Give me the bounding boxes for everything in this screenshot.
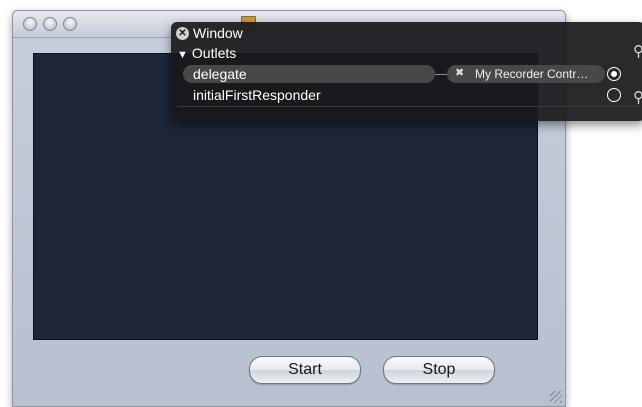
outlets-label: Outlets [191,45,237,61]
connections-panel: ✕ Window ▼ Outlets delegate ✖ My Recorder… [171,22,642,121]
disclosure-triangle-icon[interactable]: ▼ [177,49,188,61]
outlet-name: initialFirstResponder [193,87,321,103]
outlet-row-delegate[interactable]: delegate ✖ My Recorder Contr… [183,65,635,85]
connection-circle-filled-icon[interactable] [607,67,621,81]
outlet-name: delegate [193,66,247,82]
resize-grip-icon[interactable] [550,391,562,403]
remove-connection-icon[interactable]: ✖ [455,66,464,79]
stop-button[interactable]: Stop [383,356,495,384]
outlets-section-header[interactable]: ▼ Outlets [177,45,236,61]
window-zoom-button[interactable] [63,17,77,31]
connection-line [435,74,447,75]
window-minimize-button[interactable] [43,17,57,31]
connection-target-label: My Recorder Contr… [475,67,589,81]
outlet-row-initialfirstresponder[interactable]: initialFirstResponder [183,86,635,106]
start-button[interactable]: Start [249,356,361,384]
outlet-pill: delegate [183,65,435,83]
close-icon[interactable]: ✕ [176,27,189,40]
connection-circle-empty-icon[interactable] [607,88,621,102]
window-close-button[interactable] [23,17,37,31]
link-icon: ⚲ [633,89,642,106]
divider [177,106,639,107]
panel-title: Window [193,25,243,41]
link-icon: ⚲ [633,43,642,60]
connection-target[interactable]: ✖ My Recorder Contr… [447,65,605,83]
